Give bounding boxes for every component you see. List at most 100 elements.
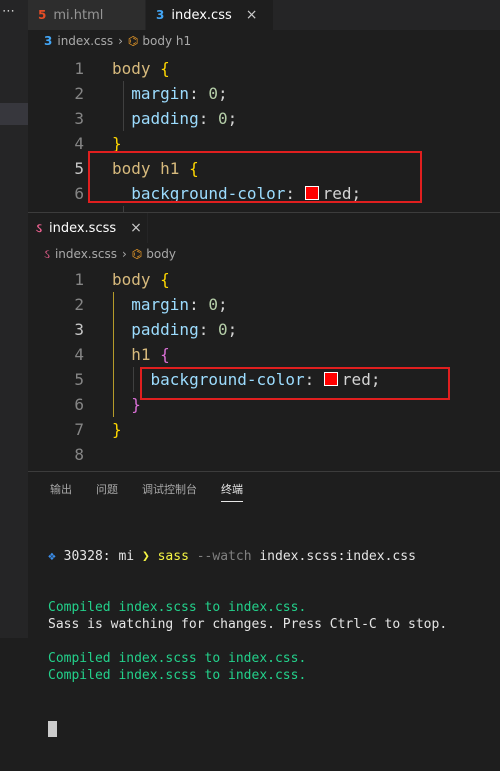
- tab-terminal[interactable]: 终端: [221, 472, 243, 508]
- code-text: body {: [112, 267, 170, 292]
- command: sass: [157, 549, 189, 564]
- tab-bar-bottom: ઽ index.scss ×: [28, 213, 500, 243]
- token: }: [112, 395, 141, 414]
- token: body: [112, 59, 161, 78]
- token: :: [198, 320, 218, 339]
- tab-problems[interactable]: 问题: [96, 472, 118, 508]
- command-args: index.scss:index.css: [259, 549, 416, 564]
- tab-mi-html[interactable]: 5 mi.html: [28, 0, 146, 30]
- symbol-icon: ⌬: [131, 247, 143, 261]
- code-line[interactable]: 3 padding: 0;: [28, 317, 500, 342]
- line-number: 7: [74, 420, 84, 439]
- line-number: 2: [74, 84, 84, 103]
- token: padding: [112, 320, 199, 339]
- tab-index-scss[interactable]: ઽ index.scss ×: [28, 213, 148, 243]
- close-icon[interactable]: ×: [246, 7, 258, 23]
- breadcrumb-file[interactable]: index.scss: [55, 247, 117, 261]
- token: body: [112, 270, 161, 289]
- code-line[interactable]: 2 margin: 0;: [28, 81, 500, 106]
- code-text: body {: [112, 56, 170, 81]
- token: ;: [227, 320, 238, 339]
- token: ;: [227, 109, 238, 128]
- editor-group-bottom: ઽ index.scss × ઽ index.scss › ⌬ body 1 bo…: [28, 212, 500, 472]
- html5-icon: 5: [38, 8, 47, 22]
- line-number: 2: [74, 295, 84, 314]
- terminal-line: Compiled index.scss to index.css.: [48, 600, 307, 615]
- code-line[interactable]: 1 body {: [28, 56, 500, 81]
- code-text: margin: 0;: [112, 81, 228, 106]
- terminal-line: Sass is watching for changes. Press Ctrl…: [48, 617, 448, 632]
- css3-icon: 3: [44, 34, 53, 48]
- terminal[interactable]: ❖ 30328: mi ❯ sass --watch index.scss:in…: [28, 514, 500, 771]
- tab-index-css[interactable]: 3 index.css ×: [146, 0, 274, 30]
- breadcrumb-symbol[interactable]: body: [146, 247, 176, 261]
- token: {: [160, 345, 170, 364]
- line-number: 1: [74, 270, 84, 289]
- token: 0: [208, 295, 218, 314]
- chevron-right-icon: ›: [118, 34, 123, 48]
- bottom-panel: 输出 问题 调试控制台 终端 ❖ 30328: mi ❯ sass --watc…: [28, 471, 500, 737]
- line-number: 3: [74, 320, 84, 339]
- code-text: padding: 0;: [112, 317, 237, 342]
- tab-debug-console[interactable]: 调试控制台: [142, 472, 197, 508]
- close-icon[interactable]: ×: [130, 220, 142, 236]
- code-line[interactable]: 4 h1 {: [28, 342, 500, 367]
- line-number: 4: [74, 345, 84, 364]
- code-text: }: [112, 417, 122, 442]
- activity-bar: ⋯: [0, 0, 28, 638]
- prompt-arrow: ❯: [141, 549, 150, 564]
- token: {: [160, 270, 170, 289]
- token: :: [189, 84, 209, 103]
- tab-bar-top: 5 mi.html 3 index.css ×: [28, 0, 500, 30]
- panel-tabs: 输出 问题 调试控制台 终端: [28, 472, 500, 508]
- code-text: margin: 0;: [112, 292, 227, 317]
- code-text: padding: 0;: [112, 106, 237, 131]
- code-line[interactable]: 2 margin: 0;: [28, 292, 500, 317]
- highlight-box: [140, 367, 450, 400]
- breadcrumb: ઽ index.scss › ⌬ body: [28, 243, 500, 265]
- token: 0: [208, 84, 218, 103]
- prompt-pid: 30328: mi: [63, 549, 135, 564]
- symbol-icon: ⌬: [127, 34, 139, 48]
- breadcrumb-symbol[interactable]: body h1: [142, 34, 191, 48]
- code-line[interactable]: 8: [28, 442, 500, 467]
- code-line[interactable]: 3 padding: 0;: [28, 106, 500, 131]
- windows-icon: ❖: [48, 549, 56, 564]
- sass-icon: ઽ: [36, 220, 42, 235]
- line-number: 3: [74, 109, 84, 128]
- code-line[interactable]: 7}: [28, 417, 500, 442]
- terminal-cursor: [48, 720, 57, 737]
- line-number: 1: [74, 59, 84, 78]
- tab-output[interactable]: 输出: [50, 472, 72, 508]
- token: margin: [112, 295, 190, 314]
- breadcrumb-file[interactable]: index.css: [57, 34, 113, 48]
- line-number: 4: [74, 134, 84, 153]
- token: }: [112, 420, 122, 439]
- terminal-line: Compiled index.scss to index.css.: [48, 651, 307, 666]
- token: h1: [112, 345, 161, 364]
- highlight-box: [88, 151, 422, 203]
- tab-label: index.css: [171, 7, 232, 23]
- activity-selection: [0, 103, 28, 125]
- code-line[interactable]: 1 body {: [28, 267, 500, 292]
- css3-icon: 3: [156, 8, 165, 22]
- terminal-line: Compiled index.scss to index.css.: [48, 668, 307, 683]
- command-flag: --watch: [196, 549, 252, 564]
- code-text: h1 {: [112, 342, 170, 367]
- token: :: [189, 295, 209, 314]
- tab-label: index.scss: [48, 220, 117, 236]
- sass-icon: ઽ: [44, 246, 50, 261]
- line-number: 6: [74, 184, 84, 203]
- code-text: }: [112, 392, 141, 417]
- line-number: 5: [74, 159, 84, 178]
- line-number: 5: [74, 370, 84, 389]
- token: 0: [217, 109, 228, 128]
- token: padding: [112, 109, 199, 128]
- breadcrumb: 3 index.css › ⌬ body h1: [28, 30, 500, 52]
- more-actions-icon[interactable]: ⋯: [2, 4, 16, 19]
- chevron-right-icon: ›: [121, 247, 127, 261]
- token: ;: [217, 84, 228, 103]
- editor-group-top: 5 mi.html 3 index.css × 3 index.css › ⌬ …: [28, 0, 500, 231]
- token: {: [160, 59, 170, 78]
